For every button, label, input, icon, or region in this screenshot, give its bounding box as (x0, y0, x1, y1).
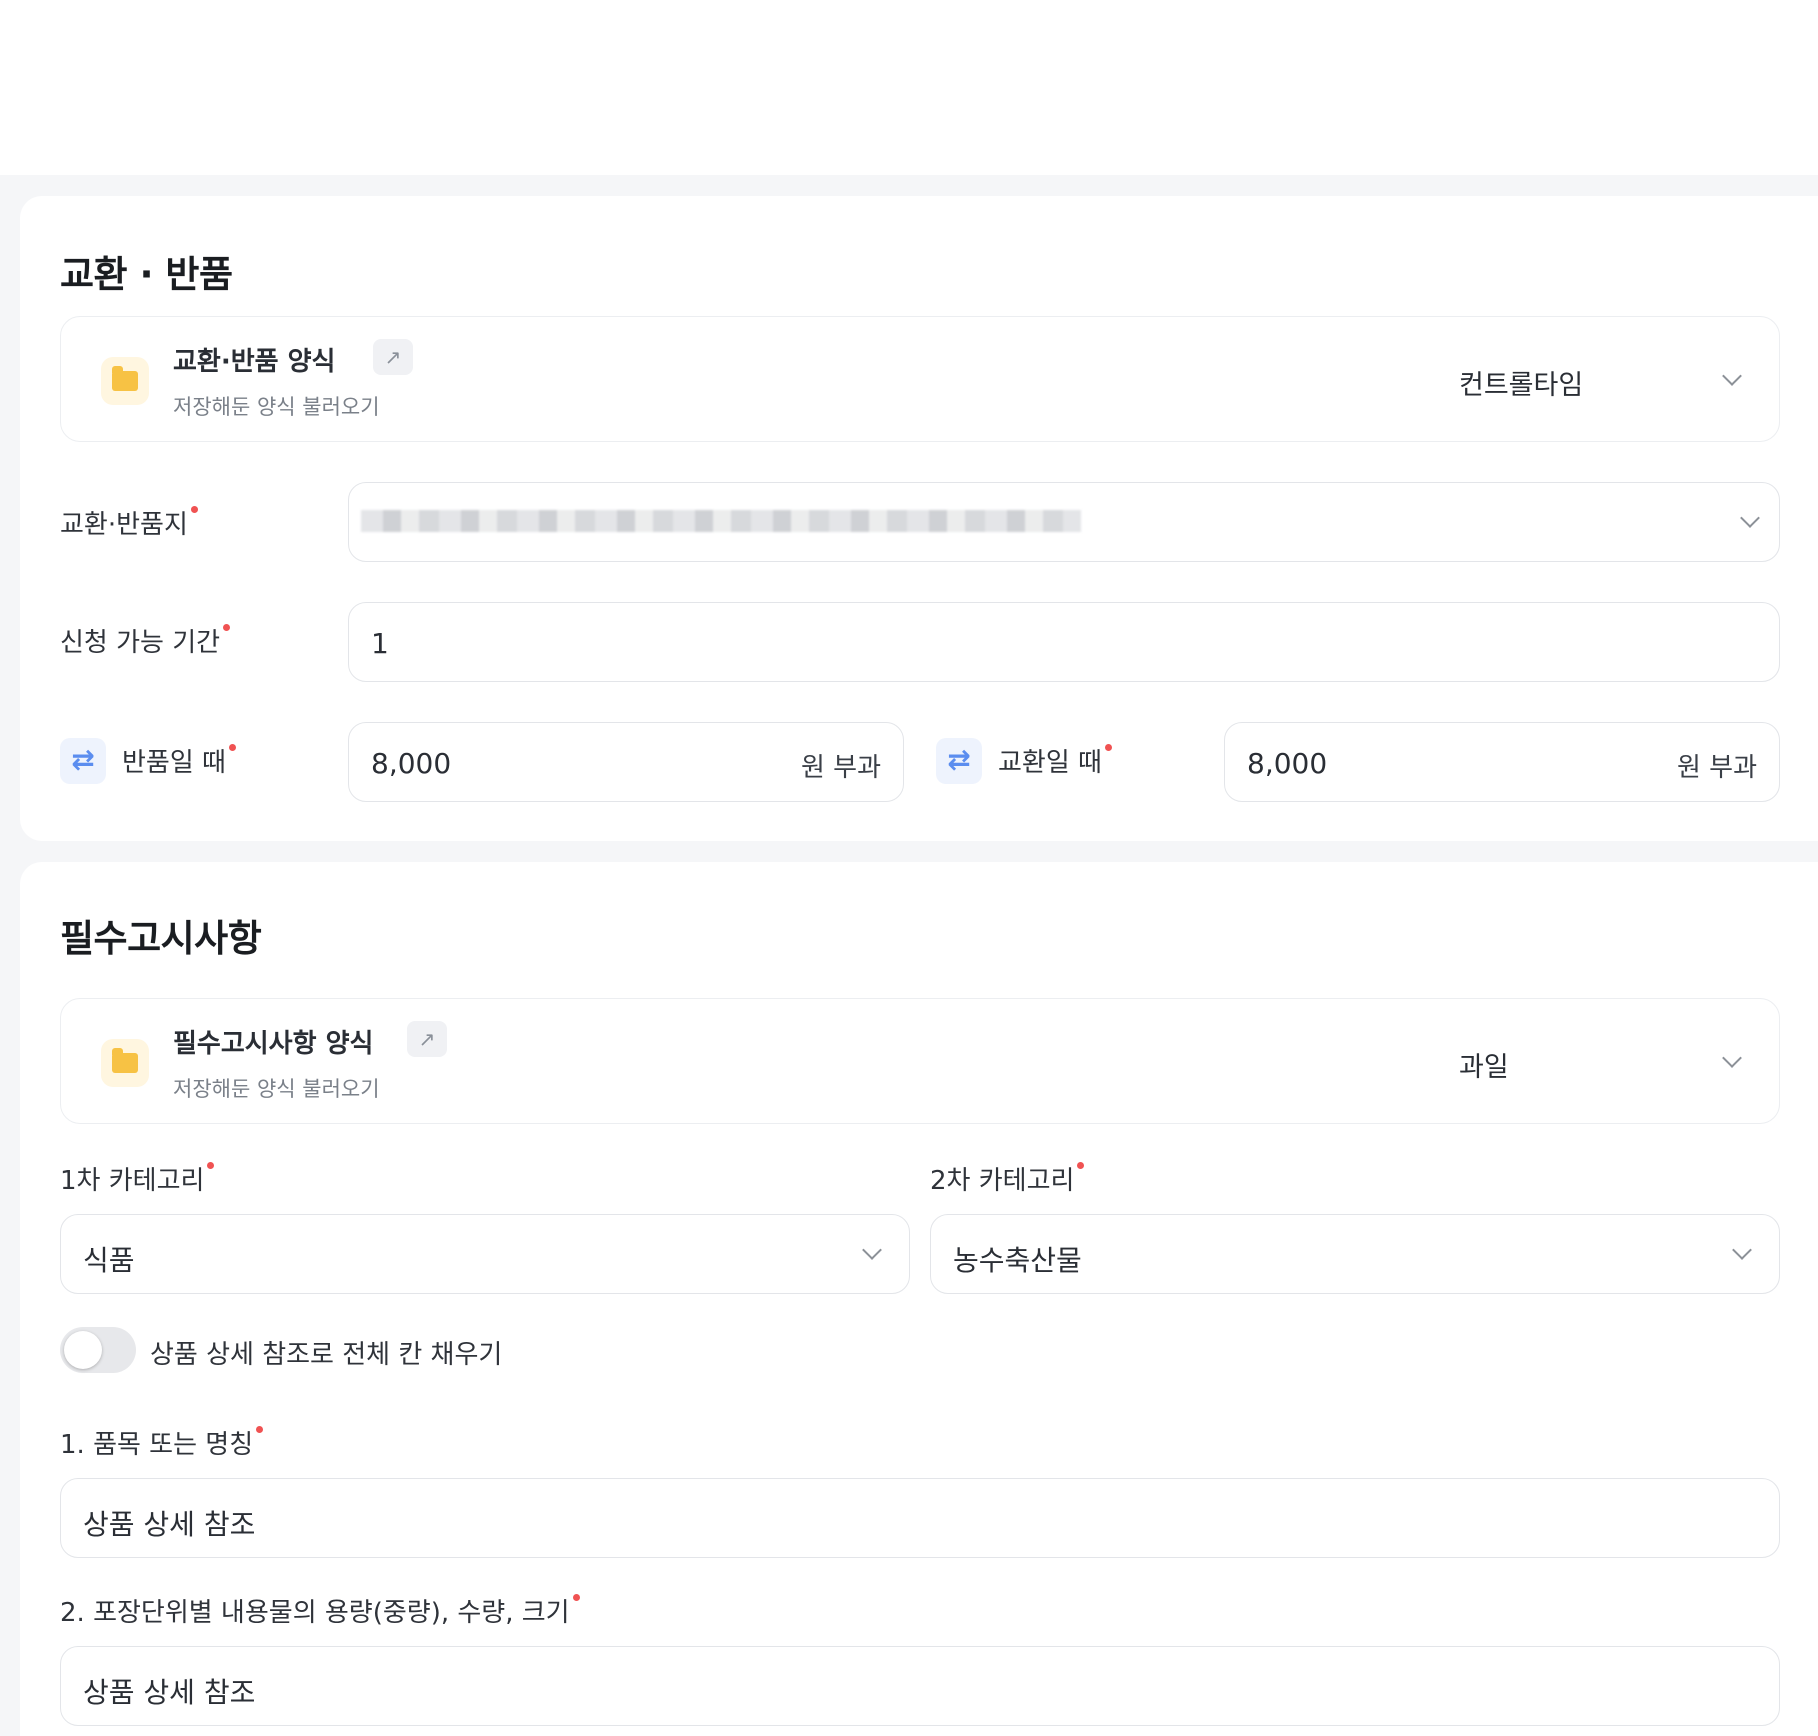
fill-all-toggle-label: 상품 상세 참조로 전체 칸 채우기 (150, 1340, 503, 1370)
required-dot (256, 1426, 264, 1433)
item2-value: 상품 상세 참조 (83, 1676, 256, 1709)
external-link-icon[interactable]: ↗ (407, 1021, 447, 1057)
top-bar (0, 0, 1818, 175)
chevron-down-icon (1722, 366, 1742, 386)
notice-template-title: 필수고시사항 양식 (173, 1029, 374, 1059)
exchange-template-title: 교환·반품 양식 (173, 347, 336, 377)
category1-value: 식품 (83, 1244, 135, 1277)
category2-value: 농수축산물 (953, 1244, 1082, 1277)
swap-arrows-icon: ⇄ (60, 738, 106, 784)
period-value: 1 (371, 627, 389, 660)
notice-template-value: 과일 (1459, 1052, 1509, 1083)
item1-label: 1. 품목 또는 명칭 (60, 1424, 264, 1461)
exchange-template-subtitle: 저장해둔 양식 불러오기 (173, 395, 380, 419)
exchange-template-selector[interactable]: 교환·반품 양식 ↗ 저장해둔 양식 불러오기 컨트롤타임 (60, 316, 1780, 442)
return-fee-suffix: 원 부과 (800, 753, 881, 783)
item1-value: 상품 상세 참조 (83, 1508, 256, 1541)
required-dot (1104, 744, 1112, 751)
chevron-down-icon (1740, 508, 1760, 528)
category2-select[interactable]: 농수축산물 (930, 1214, 1780, 1294)
required-dot (228, 744, 236, 751)
return-fee-value: 8,000 (371, 747, 452, 780)
item2-label: 2. 포장단위별 내용물의 용량(중량), 수량, 크기 (60, 1592, 580, 1629)
exchange-fee-label: 교환일 때 (998, 742, 1112, 779)
required-dot (190, 506, 198, 513)
required-dot (207, 1162, 215, 1169)
notice-template-selector[interactable]: 필수고시사항 양식 ↗ 저장해둔 양식 불러오기 과일 (60, 998, 1780, 1124)
notice-template-subtitle: 저장해둔 양식 불러오기 (173, 1077, 380, 1101)
required-notice-card: 필수고시사항 필수고시사항 양식 ↗ 저장해둔 양식 불러오기 과일 1차 카테… (20, 862, 1818, 1736)
category2-label: 2차 카테고리 (930, 1160, 1085, 1197)
toggle-knob (64, 1331, 102, 1369)
swap-arrows-icon: ⇄ (936, 738, 982, 784)
address-redacted-value (361, 510, 1081, 532)
address-select[interactable] (348, 482, 1780, 562)
external-link-icon[interactable]: ↗ (373, 339, 413, 375)
required-dot (223, 624, 231, 631)
required-dot (572, 1594, 580, 1601)
return-fee-label: 반품일 때 (122, 742, 236, 779)
folder-icon (101, 1039, 149, 1087)
fill-all-toggle[interactable] (60, 1327, 136, 1373)
chevron-down-icon (1722, 1048, 1742, 1068)
chevron-down-icon (862, 1240, 882, 1260)
exchange-template-value: 컨트롤타임 (1459, 370, 1584, 401)
return-fee-input[interactable]: 8,000 원 부과 (348, 722, 904, 802)
category1-label: 1차 카테고리 (60, 1160, 215, 1197)
chevron-down-icon (1732, 1240, 1752, 1260)
exchange-fee-input[interactable]: 8,000 원 부과 (1224, 722, 1780, 802)
exchange-fee-suffix: 원 부과 (1676, 753, 1757, 783)
exchange-return-card: 교환 · 반품 교환·반품 양식 ↗ 저장해둔 양식 불러오기 컨트롤타임 교환… (20, 196, 1818, 841)
item1-input[interactable]: 상품 상세 참조 (60, 1478, 1780, 1558)
section-title-exchange-return: 교환 · 반품 (60, 253, 233, 296)
folder-icon (101, 357, 149, 405)
item2-input[interactable]: 상품 상세 참조 (60, 1646, 1780, 1726)
section-title-required-notice: 필수고시사항 (60, 917, 262, 960)
period-input[interactable]: 1 (348, 602, 1780, 682)
exchange-fee-value: 8,000 (1247, 747, 1328, 780)
period-label: 신청 가능 기간 (60, 622, 231, 659)
category1-select[interactable]: 식품 (60, 1214, 910, 1294)
required-dot (1077, 1162, 1085, 1169)
address-label: 교환·반품지 (60, 504, 198, 541)
